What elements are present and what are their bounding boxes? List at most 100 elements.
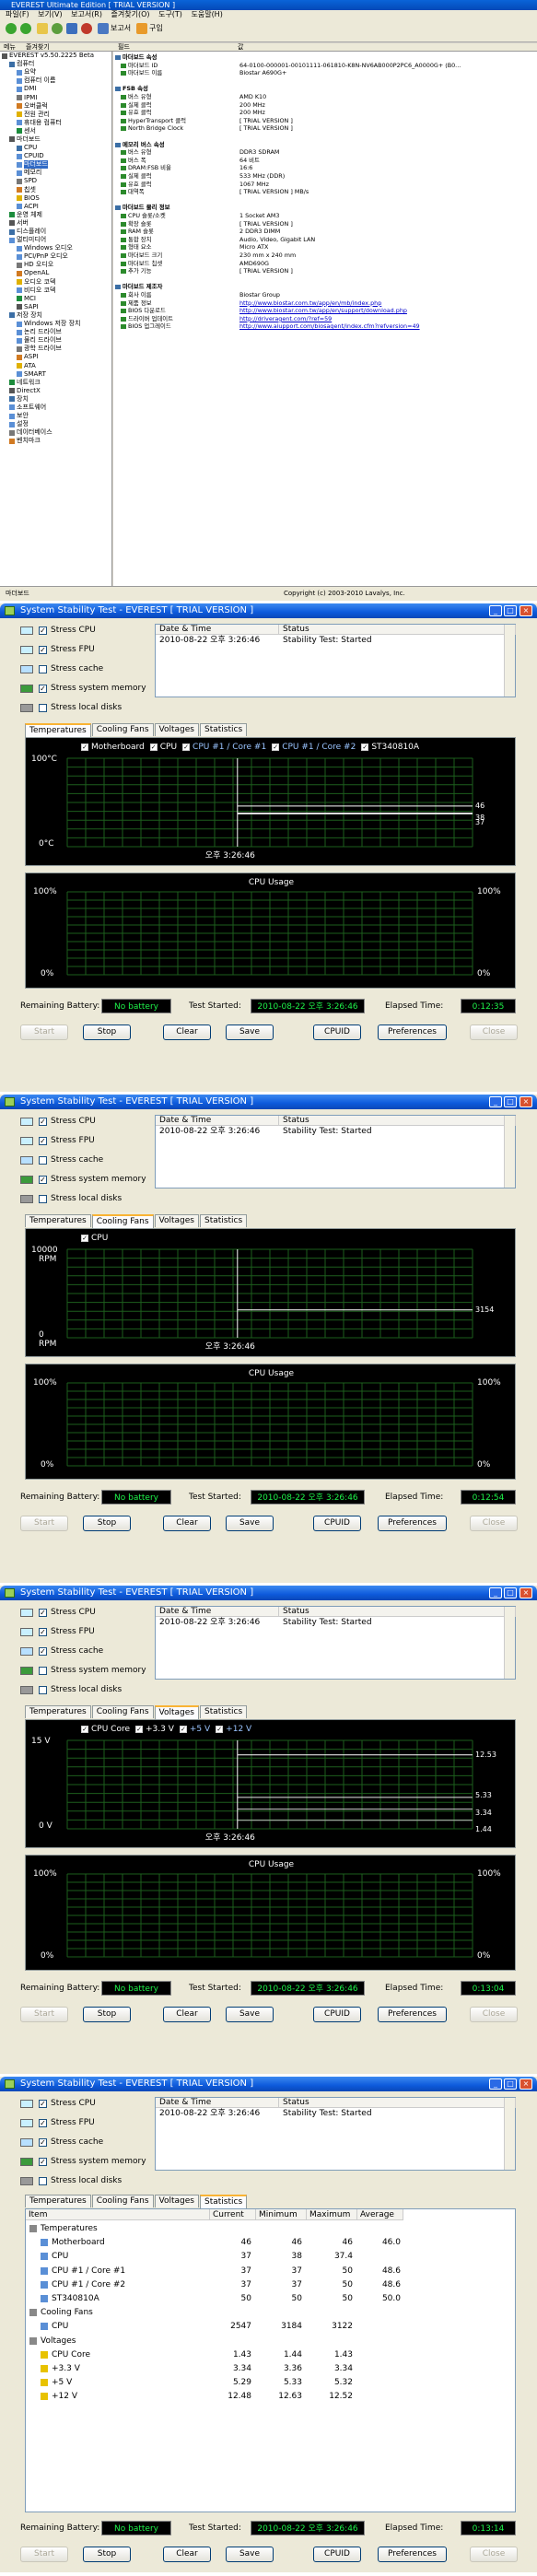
stress-checkbox[interactable]: ✓	[39, 1646, 47, 1656]
legend-checkbox[interactable]: ✓	[135, 1726, 143, 1733]
tab-temperatures[interactable]: Temperatures	[25, 1705, 91, 1718]
save-button[interactable]: Save	[226, 2007, 274, 2022]
stat-column-header[interactable]: Minimum	[256, 2209, 307, 2220]
forward-icon[interactable]	[20, 23, 31, 34]
tree-item[interactable]: IPMI	[0, 93, 111, 101]
legend-item[interactable]: ✓ +12 V	[216, 1725, 251, 1734]
cpuid-button[interactable]: CPUID	[313, 1025, 361, 1040]
tree-item[interactable]: 마더보드	[0, 135, 111, 144]
tab-voltages[interactable]: Voltages	[154, 1705, 199, 1719]
preferences-button[interactable]: Preferences	[378, 2547, 447, 2562]
stress-option[interactable]: ✓ Stress system memory	[20, 1173, 146, 1186]
tree-item[interactable]: SMART	[0, 370, 111, 379]
tree-item[interactable]: 서버	[0, 219, 111, 228]
legend-checkbox[interactable]: ✓	[182, 744, 191, 751]
tree-item[interactable]: 컴퓨터 이름	[0, 76, 111, 85]
close-button[interactable]: Close	[470, 2007, 518, 2022]
stop-button[interactable]: Stop	[83, 1516, 131, 1531]
buy-button[interactable]: 구입	[149, 23, 163, 33]
maximize-button[interactable]: □	[504, 1096, 517, 1107]
stress-checkbox[interactable]	[39, 1666, 47, 1675]
cpuid-button[interactable]: CPUID	[313, 1516, 361, 1531]
preferences-button[interactable]: Preferences	[378, 1025, 447, 1040]
up-icon[interactable]	[37, 23, 48, 34]
log-header-status[interactable]: Status	[279, 625, 516, 635]
menu-view[interactable]: 보기(V)	[38, 10, 62, 18]
buy-icon[interactable]	[136, 23, 147, 34]
stress-option[interactable]: ✓ Stress CPU	[20, 1606, 96, 1619]
report-icon[interactable]	[98, 23, 109, 34]
stress-option[interactable]: ✓ Stress cache	[20, 1645, 103, 1657]
minimize-button[interactable]: _	[489, 1587, 502, 1598]
menu-report[interactable]: 보고서(R)	[71, 10, 102, 18]
stop-button[interactable]: Stop	[83, 2007, 131, 2022]
stress-option[interactable]: ✓ Stress FPU	[20, 1625, 95, 1638]
tree-item[interactable]: 전원 관리	[0, 111, 111, 119]
stress-option[interactable]: ✓ Stress CPU	[20, 624, 96, 637]
tab-cooling-fans[interactable]: Cooling Fans	[91, 1705, 154, 1718]
tree-item[interactable]: 오버클럭	[0, 102, 111, 111]
stress-checkbox[interactable]	[39, 703, 47, 712]
tree-item[interactable]: 마더보드	[0, 160, 111, 170]
legend-checkbox[interactable]: ✓	[149, 744, 158, 751]
log-header-status[interactable]: Status	[279, 1607, 516, 1617]
start-button[interactable]: Start	[20, 2547, 68, 2562]
stress-checkbox[interactable]: ✓	[39, 645, 47, 654]
clear-button[interactable]: Clear	[163, 1025, 211, 1040]
stress-checkbox[interactable]: ✓	[39, 1136, 47, 1145]
clear-button[interactable]: Clear	[163, 1516, 211, 1531]
tree-item[interactable]: HD 오디오	[0, 261, 111, 269]
tree-item[interactable]: Windows 오디오	[0, 244, 111, 252]
tree-item[interactable]: 휴대용 컴퓨터	[0, 119, 111, 127]
tree-item[interactable]: 센서	[0, 127, 111, 135]
legend-checkbox[interactable]: ✓	[179, 1726, 187, 1733]
log-scrollbar[interactable]	[504, 625, 515, 697]
close-button[interactable]: Close	[470, 1516, 518, 1531]
tree-item[interactable]: 칩셋	[0, 186, 111, 194]
legend-item[interactable]: ✓ +3.3 V	[135, 1725, 174, 1734]
stress-checkbox[interactable]	[39, 664, 47, 673]
stress-option[interactable]: Stress cache	[20, 1153, 103, 1166]
stress-option[interactable]: Stress local disks	[20, 701, 122, 714]
stress-checkbox[interactable]: ✓	[39, 684, 47, 693]
stress-checkbox[interactable]: ✓	[39, 1608, 47, 1617]
stress-option[interactable]: ✓ Stress system memory	[20, 2155, 146, 2168]
maximize-button[interactable]: □	[504, 1587, 517, 1598]
log-scrollbar[interactable]	[504, 1607, 515, 1679]
save-button[interactable]: Save	[226, 1025, 274, 1040]
stat-column-header[interactable]: Current	[210, 2209, 256, 2220]
tab-voltages[interactable]: Voltages	[154, 1214, 199, 1227]
clear-button[interactable]: Clear	[163, 2007, 211, 2022]
stress-option[interactable]: Stress system memory	[20, 1664, 146, 1677]
stress-checkbox[interactable]: ✓	[39, 2099, 47, 2108]
stat-column-header[interactable]: Item	[26, 2209, 210, 2220]
menu-favorites[interactable]: 즐겨찾기(O)	[111, 10, 150, 18]
stat-column-header[interactable]: Maximum	[307, 2209, 357, 2220]
legend-item[interactable]: ✓ Motherboard	[81, 743, 145, 752]
menu-tools[interactable]: 도구(T)	[158, 10, 182, 18]
tree-item[interactable]: PCI/PnP 오디오	[0, 252, 111, 261]
tree-item[interactable]: 소프트웨어	[0, 404, 111, 412]
menu-tab[interactable]: 메뉴	[4, 43, 16, 52]
minimize-button[interactable]: _	[489, 1096, 502, 1107]
menu-file[interactable]: 파일(F)	[6, 10, 29, 18]
user-icon[interactable]	[66, 23, 77, 34]
maximize-button[interactable]: □	[504, 605, 517, 616]
legend-item[interactable]: ✓ CPU	[149, 743, 177, 752]
stress-checkbox[interactable]: ✓	[39, 2137, 47, 2147]
tree-item[interactable]: 비디오 코덱	[0, 287, 111, 295]
stress-option[interactable]: ✓ Stress FPU	[20, 643, 95, 656]
log-scrollbar[interactable]	[504, 1116, 515, 1188]
stress-option[interactable]: ✓ Stress CPU	[20, 2097, 96, 2110]
close-window-button[interactable]: ×	[519, 2078, 532, 2090]
legend-item[interactable]: ✓ CPU #1 / Core #1	[182, 743, 266, 752]
stat-column-header[interactable]: Average	[357, 2209, 403, 2220]
tree-item[interactable]: 저장 장치	[0, 311, 111, 320]
field-column-header[interactable]: 필드	[118, 43, 130, 52]
close-window-button[interactable]: ×	[519, 1587, 532, 1598]
legend-item[interactable]: ✓ ST340810A	[361, 743, 419, 752]
log-header-status[interactable]: Status	[279, 2098, 516, 2108]
log-header-status[interactable]: Status	[279, 1116, 516, 1126]
stop-button[interactable]: Stop	[83, 2547, 131, 2562]
field-value[interactable]: http://www.aiupport.com/biosagent/index.…	[239, 322, 420, 331]
